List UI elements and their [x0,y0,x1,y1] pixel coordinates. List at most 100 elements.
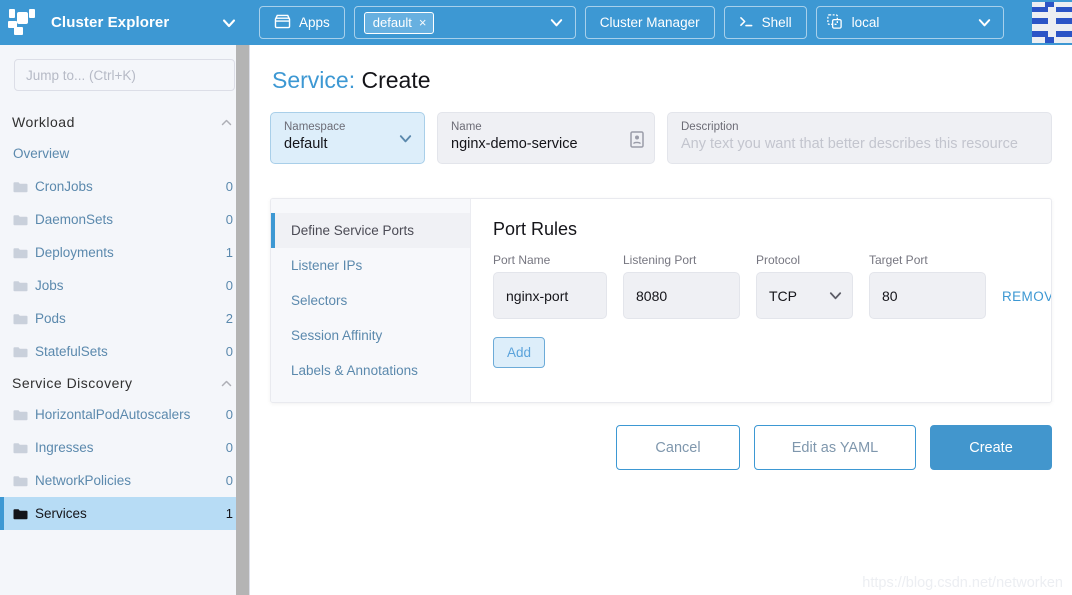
shell-button[interactable]: Shell [723,6,807,39]
brand-corner[interactable]: Cluster Explorer [0,0,250,45]
sidebar-item-networkpolicies[interactable]: NetworkPolicies 0 [0,464,249,497]
folder-icon [13,475,28,487]
folder-icon [13,181,28,193]
terminal-prompt-icon [739,15,754,31]
description-field-label: Description [681,121,739,133]
cluster-select[interactable]: local [815,6,1004,39]
create-button[interactable]: Create [930,425,1052,470]
sidebar-item-horizontalpodautoscalers[interactable]: HorizontalPodAutoscalers 0 [0,398,249,431]
sidebar-item-label: Services [35,506,87,521]
sidebar-item-count: 0 [225,212,233,227]
panel-title: Port Rules [493,219,578,239]
protocol-select[interactable]: TCP [756,272,853,319]
shell-label: Shell [761,15,792,30]
sidebar-nav: Workload Overview CronJobs 0 DaemonSets 0 Depl… [0,107,249,530]
id-badge-icon [630,131,644,148]
port-rules-panel: Port Rules Port Name nginx-port Listenin… [471,199,1051,402]
listening-port-label: Listening Port [623,253,697,267]
protocol-column: Protocol TCP [756,253,853,319]
target-port-input[interactable]: 80 [869,272,986,319]
sidebar-item-statefulsets[interactable]: StatefulSets 0 [0,335,249,368]
sidebar-item-count: 1 [225,506,233,521]
name-field-label: Name [451,121,482,133]
tab-label: Labels & Annotations [291,363,418,378]
sidebar-item-label: HorizontalPodAutoscalers [35,407,191,422]
sidebar-item-count: 0 [225,473,233,488]
apps-store-icon [274,14,291,32]
close-icon[interactable]: × [419,16,427,29]
chevron-down-icon[interactable] [976,14,993,31]
page-title: Service: Create [270,45,1052,112]
namespace-filter-select[interactable]: default × [353,6,576,39]
tab-selectors[interactable]: Selectors [271,283,470,318]
namespace-field-value: default [284,136,328,152]
sidebar-group-label: Workload [12,114,75,130]
apps-button[interactable]: Apps [259,6,345,39]
port-name-input[interactable]: nginx-port [493,272,607,319]
namespace-pill-label: default [372,14,412,30]
sidebar: Jump to... (Ctrl+K) Workload Overview Cron… [0,45,250,595]
port-rule-row: Port Name nginx-port Listening Port 8080… [493,253,1051,319]
port-name-label: Port Name [493,253,551,267]
sidebar-item-services[interactable]: Services 1 [0,497,249,530]
sidebar-item-label: NetworkPolicies [35,473,132,488]
remove-port-rule-button[interactable]: REMOVE [1002,289,1051,319]
name-field[interactable]: Name nginx-demo-service [437,112,655,164]
cluster-manager-button[interactable]: Cluster Manager [584,6,715,39]
sidebar-item-deployments[interactable]: Deployments 1 [0,236,249,269]
target-port-label: Target Port [869,253,928,267]
cancel-button[interactable]: Cancel [616,425,740,470]
sidebar-item-pods[interactable]: Pods 2 [0,302,249,335]
tab-label: Selectors [291,293,348,308]
sidebar-item-label: CronJobs [35,179,93,194]
chevron-down-icon[interactable] [220,14,238,32]
tab-labels-annotations[interactable]: Labels & Annotations [271,353,470,388]
sidebar-group-label: Service Discovery [12,375,133,391]
chevron-up-icon[interactable] [220,377,233,390]
listening-port-input[interactable]: 8080 [623,272,740,319]
sidebar-item-count: 2 [225,311,233,326]
sidebar-item-daemonsets[interactable]: DaemonSets 0 [0,203,249,236]
listening-port-column: Listening Port 8080 [623,253,740,319]
folder-icon [13,313,28,325]
tab-define-service-ports[interactable]: Define Service Ports [271,213,470,248]
tab-label: Session Affinity [291,328,383,343]
sidebar-group-workload[interactable]: Workload [0,107,249,137]
chevron-down-icon[interactable] [548,14,565,31]
folder-icon [13,508,28,520]
namespace-field[interactable]: Namespace default [270,112,425,164]
sidebar-item-count: 0 [225,440,233,455]
search-input[interactable]: Jump to... (Ctrl+K) [14,59,235,91]
sidebar-item-label: Deployments [35,245,114,260]
folder-icon [13,280,28,292]
brand-title: Cluster Explorer [51,14,170,31]
description-field[interactable]: Description Any text you want that bette… [667,112,1052,164]
cluster-nodes-icon [826,13,843,33]
sidebar-item-ingresses[interactable]: Ingresses 0 [0,431,249,464]
chevron-down-icon[interactable] [827,287,844,304]
protocol-selected-value: TCP [769,287,797,304]
sidebar-item-overview[interactable]: Overview [0,137,249,170]
sidebar-item-count: 0 [225,344,233,359]
edit-as-yaml-button[interactable]: Edit as YAML [754,425,916,470]
vertical-scrollbar[interactable] [236,45,249,595]
rancher-cow-logo [8,8,42,38]
sidebar-item-cronjobs[interactable]: CronJobs 0 [0,170,249,203]
tab-session-affinity[interactable]: Session Affinity [271,318,470,353]
protocol-label: Protocol [756,253,801,267]
chevron-up-icon[interactable] [220,116,233,129]
main-content: Service: Create Namespace default Name n… [250,45,1072,595]
sidebar-item-jobs[interactable]: Jobs 0 [0,269,249,302]
sidebar-group-service-discovery[interactable]: Service Discovery [0,368,249,398]
tab-listener-ips[interactable]: Listener IPs [271,248,470,283]
sidebar-item-label: Jobs [35,278,64,293]
tab-label: Define Service Ports [291,223,415,238]
folder-icon [13,442,28,454]
cluster-manager-label: Cluster Manager [599,15,700,30]
chevron-down-icon[interactable] [397,130,414,147]
user-avatar-flag[interactable] [1032,2,1072,43]
namespace-field-label: Namespace [284,121,346,133]
rancher-cluster-explorer-window: Cluster Explorer Apps default × Cluster … [0,0,1072,595]
namespace-pill[interactable]: default × [363,11,435,34]
add-port-rule-button[interactable]: Add [493,337,545,368]
